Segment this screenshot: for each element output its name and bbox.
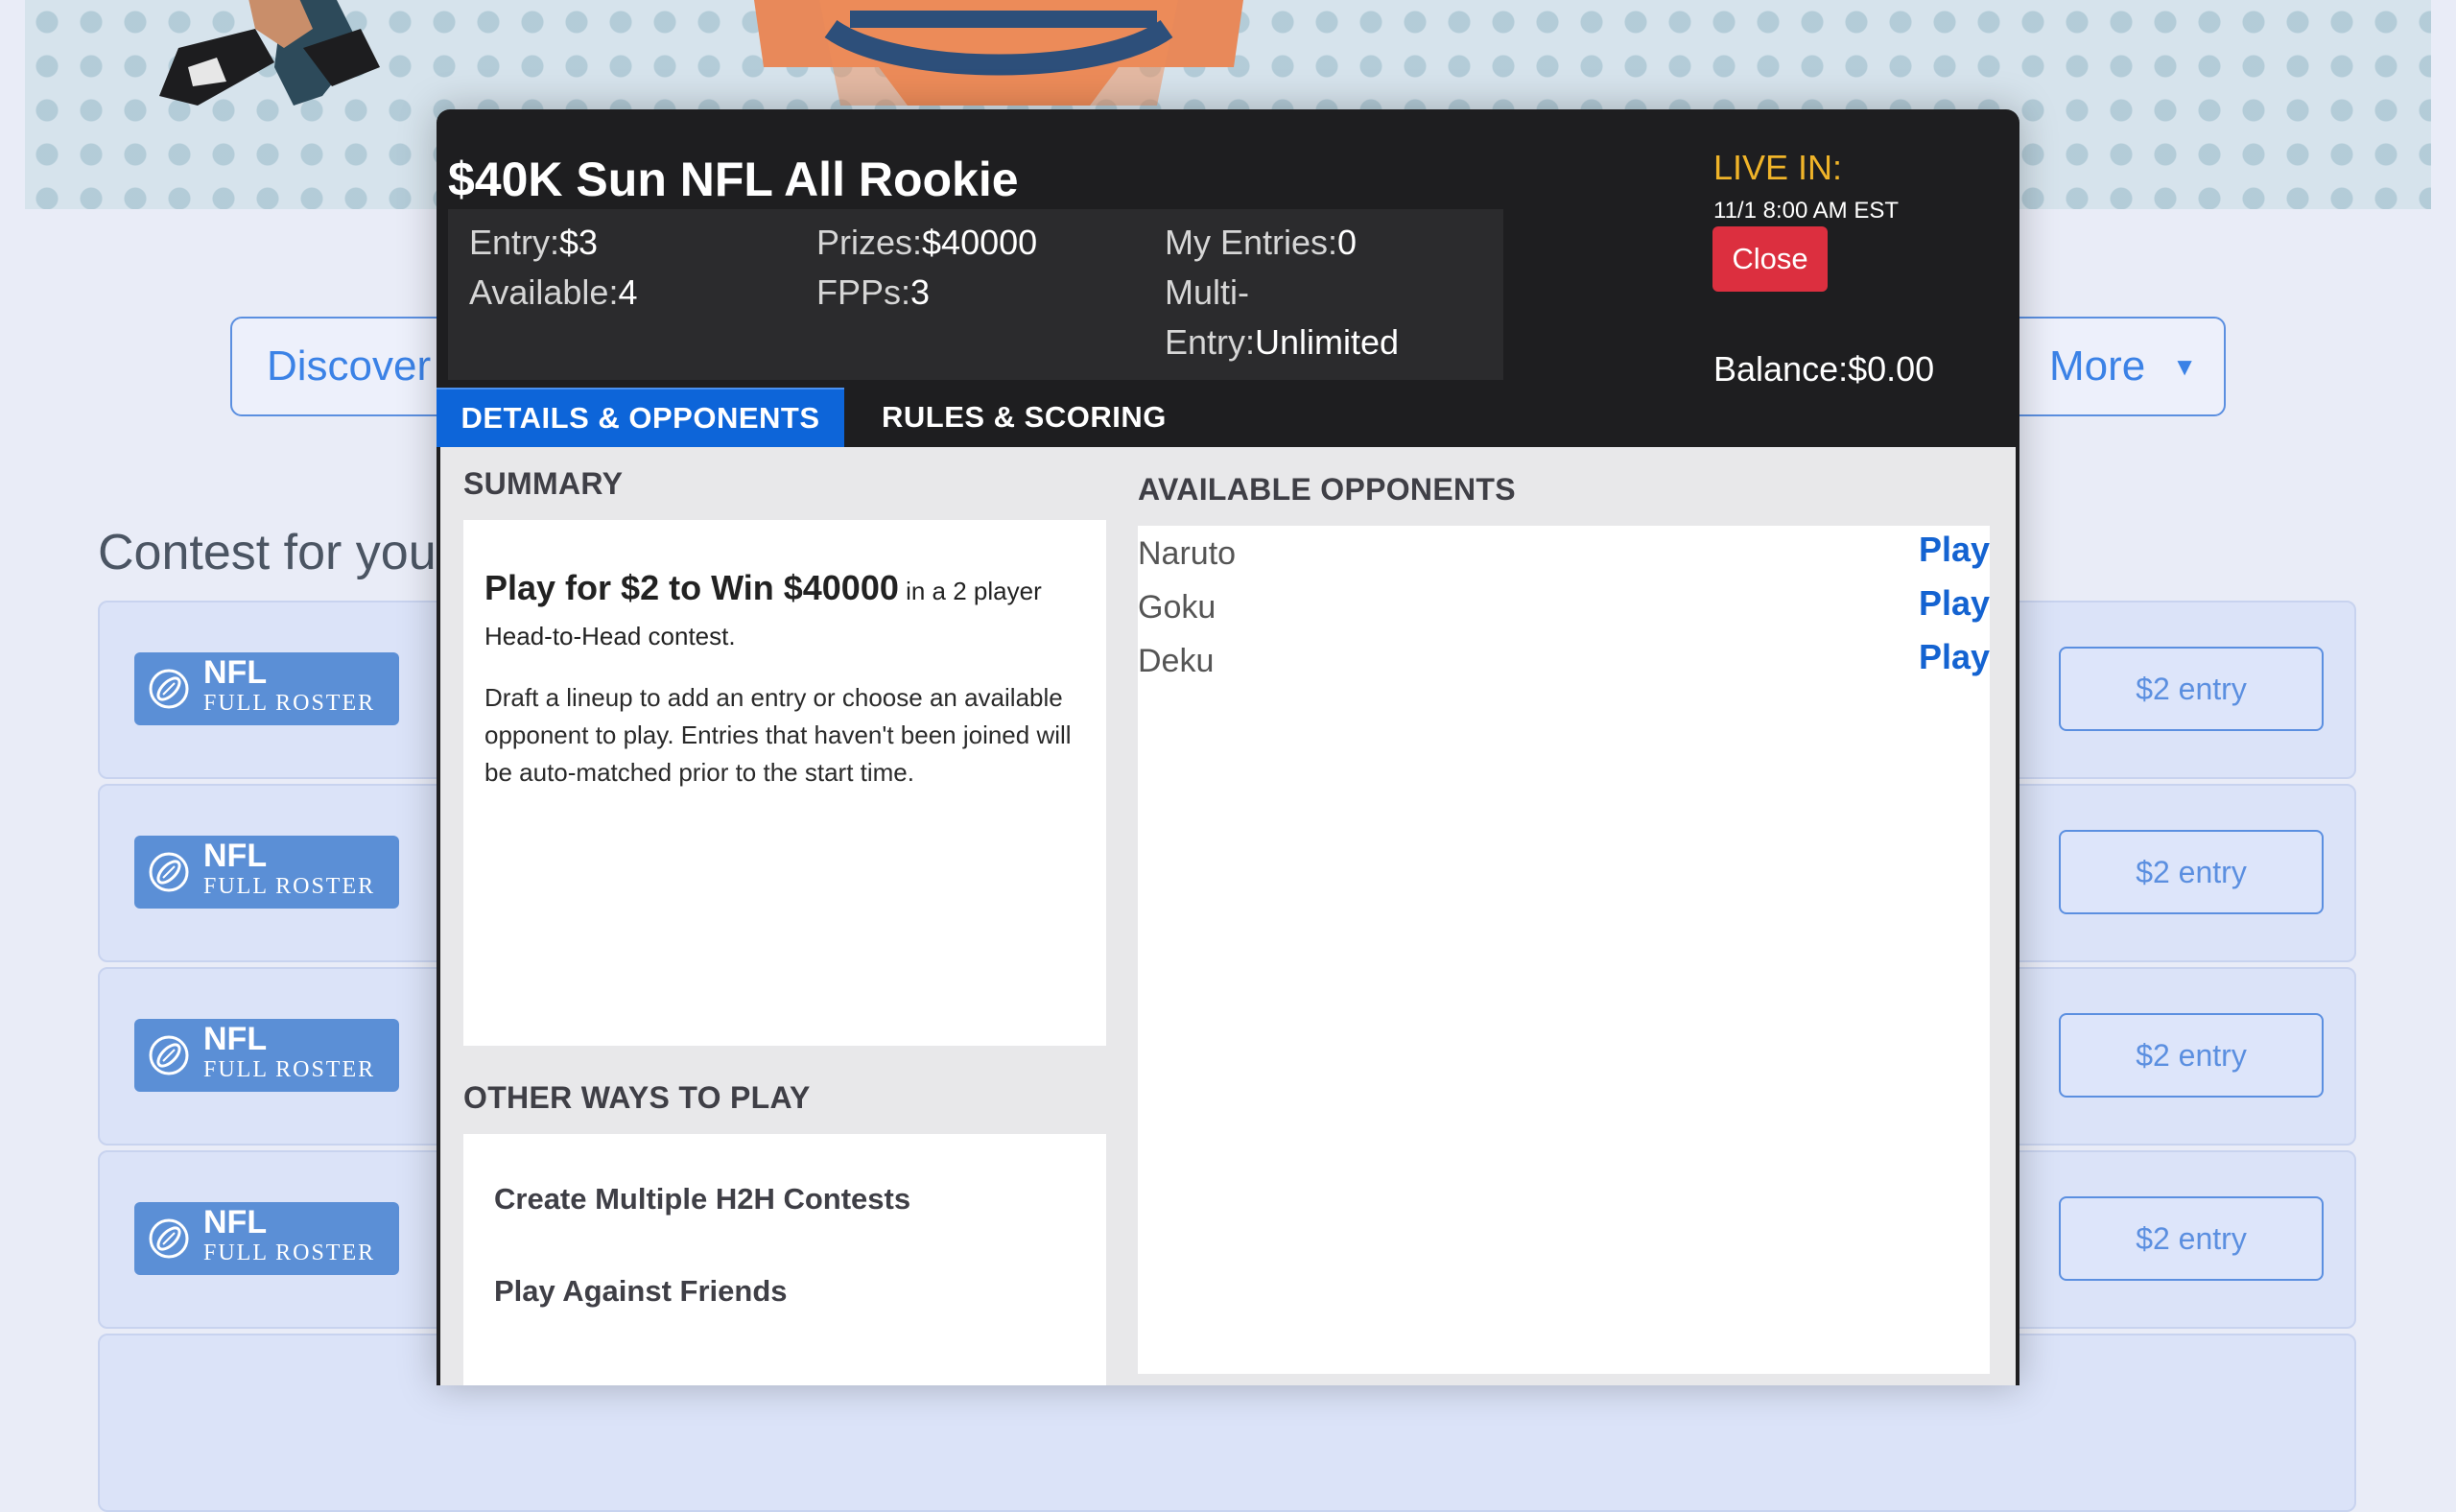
football-icon xyxy=(149,669,189,709)
logo-image xyxy=(754,0,1243,106)
summary-description: Draft a lineup to add an entry or choose… xyxy=(484,683,1072,787)
play-button[interactable]: Play xyxy=(1919,530,1990,570)
live-time: 11/1 8:00 AM EST xyxy=(1713,198,1899,224)
tab-details-opponents[interactable]: DETAILS & OPPONENTS xyxy=(437,388,844,447)
play-button[interactable]: Play xyxy=(1919,583,1990,624)
available-opponents-heading: AVAILABLE OPPONENTS xyxy=(1138,472,1516,507)
list-item: Deku Play xyxy=(1138,637,1990,691)
football-icon xyxy=(149,1218,189,1259)
contest-details-modal: $40K Sun NFL All Rookie Entry:$3 Availab… xyxy=(437,109,2019,1385)
summary-panel: Play for $2 to Win $40000 in a 2 player … xyxy=(463,520,1106,1046)
fpps-info: FPPs:3 xyxy=(816,272,931,312)
create-multiple-h2h-link[interactable]: Create Multiple H2H Contests xyxy=(494,1182,910,1217)
sport-badge: NFL FULL ROSTER xyxy=(134,836,399,909)
prizes-info: Prizes:$40000 xyxy=(816,223,1038,262)
contest-title: $40K Sun NFL All Rookie xyxy=(448,153,1019,206)
discover-label: Discover xyxy=(267,343,432,390)
other-ways-heading: OTHER WAYS TO PLAY xyxy=(463,1080,811,1115)
opponent-name: Naruto xyxy=(1138,535,1237,572)
roster-type-label: FULL ROSTER xyxy=(203,874,376,899)
football-icon xyxy=(149,852,189,892)
section-title: Contest for you xyxy=(98,525,437,580)
roster-type-label: FULL ROSTER xyxy=(203,1057,376,1082)
play-against-friends-link[interactable]: Play Against Friends xyxy=(494,1274,788,1309)
play-button[interactable]: Play xyxy=(1919,637,1990,677)
list-item: Goku Play xyxy=(1138,583,1990,637)
summary-heading: SUMMARY xyxy=(463,466,624,501)
player-image xyxy=(159,0,380,106)
contest-info-box: Entry:$3 Available:4 Prizes:$40000 FPPs:… xyxy=(448,209,1503,380)
my-entries-info: My Entries:0 xyxy=(1165,223,1358,262)
roster-type-label: FULL ROSTER xyxy=(203,1240,376,1265)
tab-rules-scoring[interactable]: RULES & SCORING xyxy=(882,388,1169,447)
opponent-name: Deku xyxy=(1138,643,1215,679)
entry-button[interactable]: $2 entry xyxy=(2059,830,2324,914)
close-button[interactable]: Close xyxy=(1712,226,1828,292)
sport-badge: NFL FULL ROSTER xyxy=(134,1202,399,1275)
sport-label: NFL xyxy=(203,1021,268,1057)
available-info: Available:4 xyxy=(469,272,638,312)
multi-entry-value: Entry:Unlimited xyxy=(1165,322,1400,362)
sport-badge: NFL FULL ROSTER xyxy=(134,1019,399,1092)
more-label: More xyxy=(2049,343,2146,390)
balance-display: Balance:$0.00 xyxy=(1713,349,1935,389)
football-icon xyxy=(149,1035,189,1075)
list-item: Naruto Play xyxy=(1138,530,1990,583)
other-ways-panel: Create Multiple H2H Contests Play Agains… xyxy=(463,1134,1106,1385)
opponents-panel: Naruto Play Goku Play Deku Play xyxy=(1138,526,1990,1374)
opponent-name: Goku xyxy=(1138,589,1216,626)
sport-label: NFL xyxy=(203,838,268,874)
entry-fee-info: Entry:$3 xyxy=(469,223,599,262)
live-in-label: LIVE IN: xyxy=(1713,148,1843,187)
multi-entry-info: Multi- xyxy=(1165,272,1249,312)
sport-label: NFL xyxy=(203,654,268,691)
sport-badge: NFL FULL ROSTER xyxy=(134,652,399,725)
chevron-down-icon: ▼ xyxy=(2172,351,2197,381)
modal-body: SUMMARY Play for $2 to Win $40000 in a 2… xyxy=(440,447,2016,1385)
sport-label: NFL xyxy=(203,1204,268,1240)
roster-type-label: FULL ROSTER xyxy=(203,691,376,716)
summary-headline: Play for $2 to Win $40000 in a 2 player … xyxy=(484,568,1042,650)
entry-button[interactable]: $2 entry xyxy=(2059,647,2324,731)
entry-button[interactable]: $2 entry xyxy=(2059,1196,2324,1281)
entry-button[interactable]: $2 entry xyxy=(2059,1013,2324,1098)
